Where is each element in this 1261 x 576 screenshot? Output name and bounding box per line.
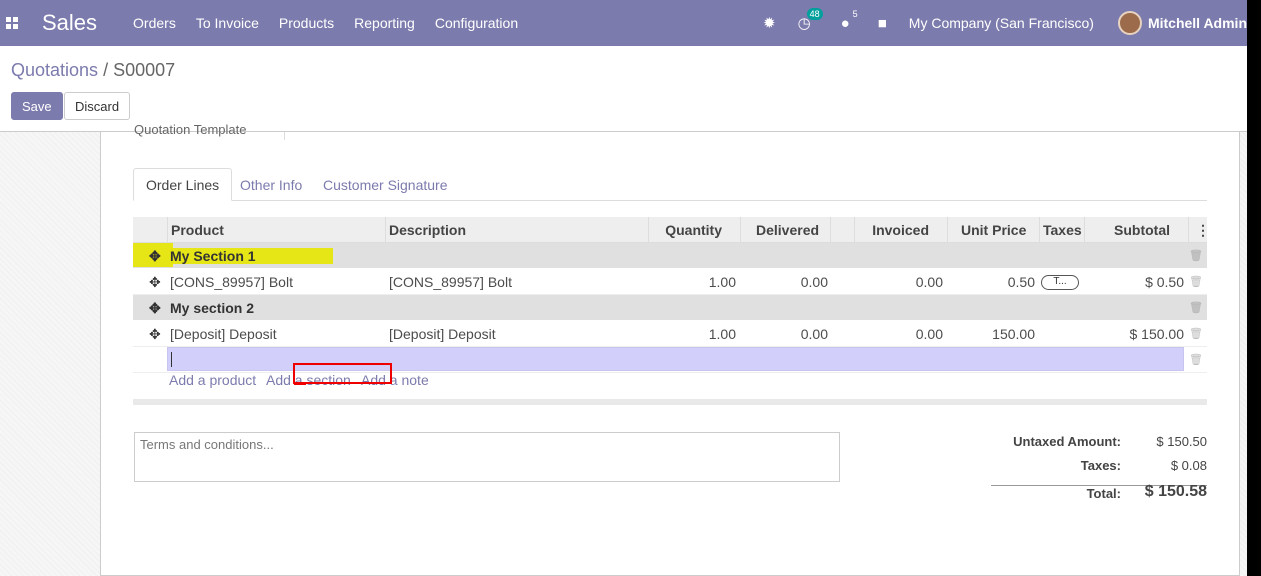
col-description[interactable]: Description — [389, 217, 466, 243]
line-quantity[interactable]: 1.00 — [653, 269, 736, 295]
messages-icon[interactable]: ● 5 — [841, 9, 858, 32]
taxes-value: $ 0.08 — [1170, 458, 1207, 473]
messages-count: 5 — [852, 8, 858, 19]
col-subtotal[interactable]: Subtotal — [1088, 217, 1170, 243]
breadcrumb-quotations[interactable]: Quotations — [11, 60, 98, 80]
gift-icon[interactable]: ■ — [878, 15, 887, 32]
delete-row-icon[interactable]: 🗑 — [1189, 347, 1203, 373]
save-button[interactable]: Save — [11, 92, 63, 120]
tab-other-info[interactable]: Other Info — [228, 168, 314, 201]
table-row[interactable]: ✥ [CONS_89957] Bolt [CONS_89957] Bolt 1.… — [133, 269, 1207, 295]
line-quantity[interactable]: 1.00 — [653, 321, 736, 347]
col-product[interactable]: Product — [171, 217, 224, 243]
total-line: Total: $ 150.58 — [981, 483, 1207, 510]
delete-row-icon[interactable]: 🗑 — [1189, 243, 1203, 269]
delete-row-icon[interactable]: 🗑 — [1189, 295, 1203, 321]
section-name[interactable]: My Section 1 — [170, 243, 256, 269]
add-section-link[interactable]: Add a section — [266, 372, 351, 388]
order-lines-table: Product Description Quantity Delivered I… — [133, 217, 1210, 373]
line-unit-price[interactable]: 0.50 — [953, 269, 1035, 295]
form-sheet: Quotation Template Order Lines Other Inf… — [100, 122, 1240, 576]
line-invoiced[interactable]: 0.00 — [858, 321, 943, 347]
breadcrumb-current: S00007 — [113, 60, 176, 80]
table-row[interactable]: ✥ [Deposit] Deposit [Deposit] Deposit 1.… — [133, 321, 1207, 347]
terms-and-conditions-field[interactable]: Terms and conditions... — [134, 432, 840, 482]
order-totals: Untaxed Amount: $ 150.50 Taxes: $ 0.08 T… — [981, 434, 1207, 506]
line-product[interactable]: [Deposit] Deposit — [170, 321, 277, 347]
line-subtotal: $ 0.50 — [1145, 274, 1184, 290]
section-row[interactable]: ✥ My section 2 🗑 — [133, 295, 1207, 321]
line-description[interactable]: [Deposit] Deposit — [389, 321, 496, 347]
bug-icon[interactable]: ✹ — [763, 14, 776, 32]
field-divider — [284, 132, 285, 140]
content-area: Quotation Template Order Lines Other Inf… — [0, 122, 1247, 576]
menu-configuration[interactable]: Configuration — [435, 15, 518, 31]
col-unit-price[interactable]: Unit Price — [961, 217, 1026, 243]
drag-handle-icon[interactable]: ✥ — [149, 269, 161, 295]
menu-orders[interactable]: Orders — [133, 15, 176, 31]
line-invoiced[interactable]: 0.00 — [858, 269, 943, 295]
new-row-editor[interactable]: 🗑 — [133, 347, 1207, 373]
window-edge — [1247, 0, 1261, 576]
drag-handle-icon[interactable]: ✥ — [149, 321, 161, 347]
breadcrumb: Quotations / S00007 — [11, 60, 175, 81]
col-invoiced[interactable]: Invoiced — [858, 217, 929, 243]
untaxed-line: Untaxed Amount: $ 150.50 — [981, 434, 1207, 458]
untaxed-value: $ 150.50 — [1156, 434, 1207, 449]
menu-products[interactable]: Products — [279, 15, 334, 31]
line-unit-price[interactable]: 150.00 — [953, 321, 1035, 347]
user-avatar[interactable] — [1117, 11, 1142, 35]
total-value: $ 150.58 — [1144, 483, 1207, 500]
tab-order-lines[interactable]: Order Lines — [133, 168, 233, 201]
add-product-link[interactable]: Add a product — [169, 372, 256, 388]
menu-to-invoice[interactable]: To Invoice — [196, 15, 259, 31]
line-delivered[interactable]: 0.00 — [743, 269, 828, 295]
breadcrumb-separator: / — [98, 60, 114, 80]
total-label: Total: — [1086, 486, 1121, 501]
activity-clock-icon[interactable]: ◷ 48 — [798, 8, 823, 32]
delete-row-icon[interactable]: 🗑 — [1189, 321, 1203, 347]
add-note-link[interactable]: Add a note — [361, 372, 429, 388]
quotation-template-label: Quotation Template — [134, 122, 247, 137]
top-navbar: Sales Orders To Invoice Products Reporti… — [0, 0, 1247, 46]
control-panel: Quotations / S00007 Save Discard — [0, 46, 1247, 132]
col-taxes[interactable]: Taxes — [1043, 217, 1082, 243]
apps-menu-icon[interactable] — [0, 0, 24, 46]
tax-tag[interactable]: T... — [1041, 275, 1079, 290]
line-delivered[interactable]: 0.00 — [743, 321, 828, 347]
line-product[interactable]: [CONS_89957] Bolt — [170, 269, 293, 295]
col-quantity[interactable]: Quantity — [653, 217, 722, 243]
user-menu[interactable]: Mitchell Admin — [1148, 15, 1247, 31]
tab-customer-signature[interactable]: Customer Signature — [311, 168, 460, 201]
optional-columns-icon[interactable]: ⋮ — [1196, 217, 1210, 243]
notebook-tabs: Order Lines Other Info Customer Signatur… — [133, 168, 1207, 201]
menu-reporting[interactable]: Reporting — [354, 15, 415, 31]
company-switcher[interactable]: My Company (San Francisco) — [909, 15, 1094, 31]
drag-handle-icon[interactable]: ✥ — [149, 243, 161, 269]
line-description[interactable]: [CONS_89957] Bolt — [389, 269, 512, 295]
untaxed-label: Untaxed Amount: — [1013, 434, 1121, 449]
discard-button[interactable]: Discard — [64, 92, 131, 120]
line-subtotal: $ 150.00 — [1129, 326, 1185, 342]
drag-handle-icon[interactable]: ✥ — [149, 295, 161, 321]
delete-row-icon[interactable]: 🗑 — [1189, 269, 1203, 295]
section-name-input[interactable] — [167, 347, 1184, 371]
activity-count-badge: 48 — [806, 8, 823, 20]
app-brand[interactable]: Sales — [42, 10, 97, 36]
section-name[interactable]: My section 2 — [170, 295, 254, 321]
taxes-line: Taxes: $ 0.08 — [981, 458, 1207, 482]
table-footer-bar — [133, 399, 1207, 405]
taxes-label: Taxes: — [1080, 458, 1121, 473]
red-annotation-mark — [294, 383, 306, 385]
section-row[interactable]: ✥ My Section 1 🗑 — [133, 243, 1207, 269]
table-header: Product Description Quantity Delivered I… — [133, 217, 1210, 243]
col-delivered[interactable]: Delivered — [756, 217, 819, 243]
